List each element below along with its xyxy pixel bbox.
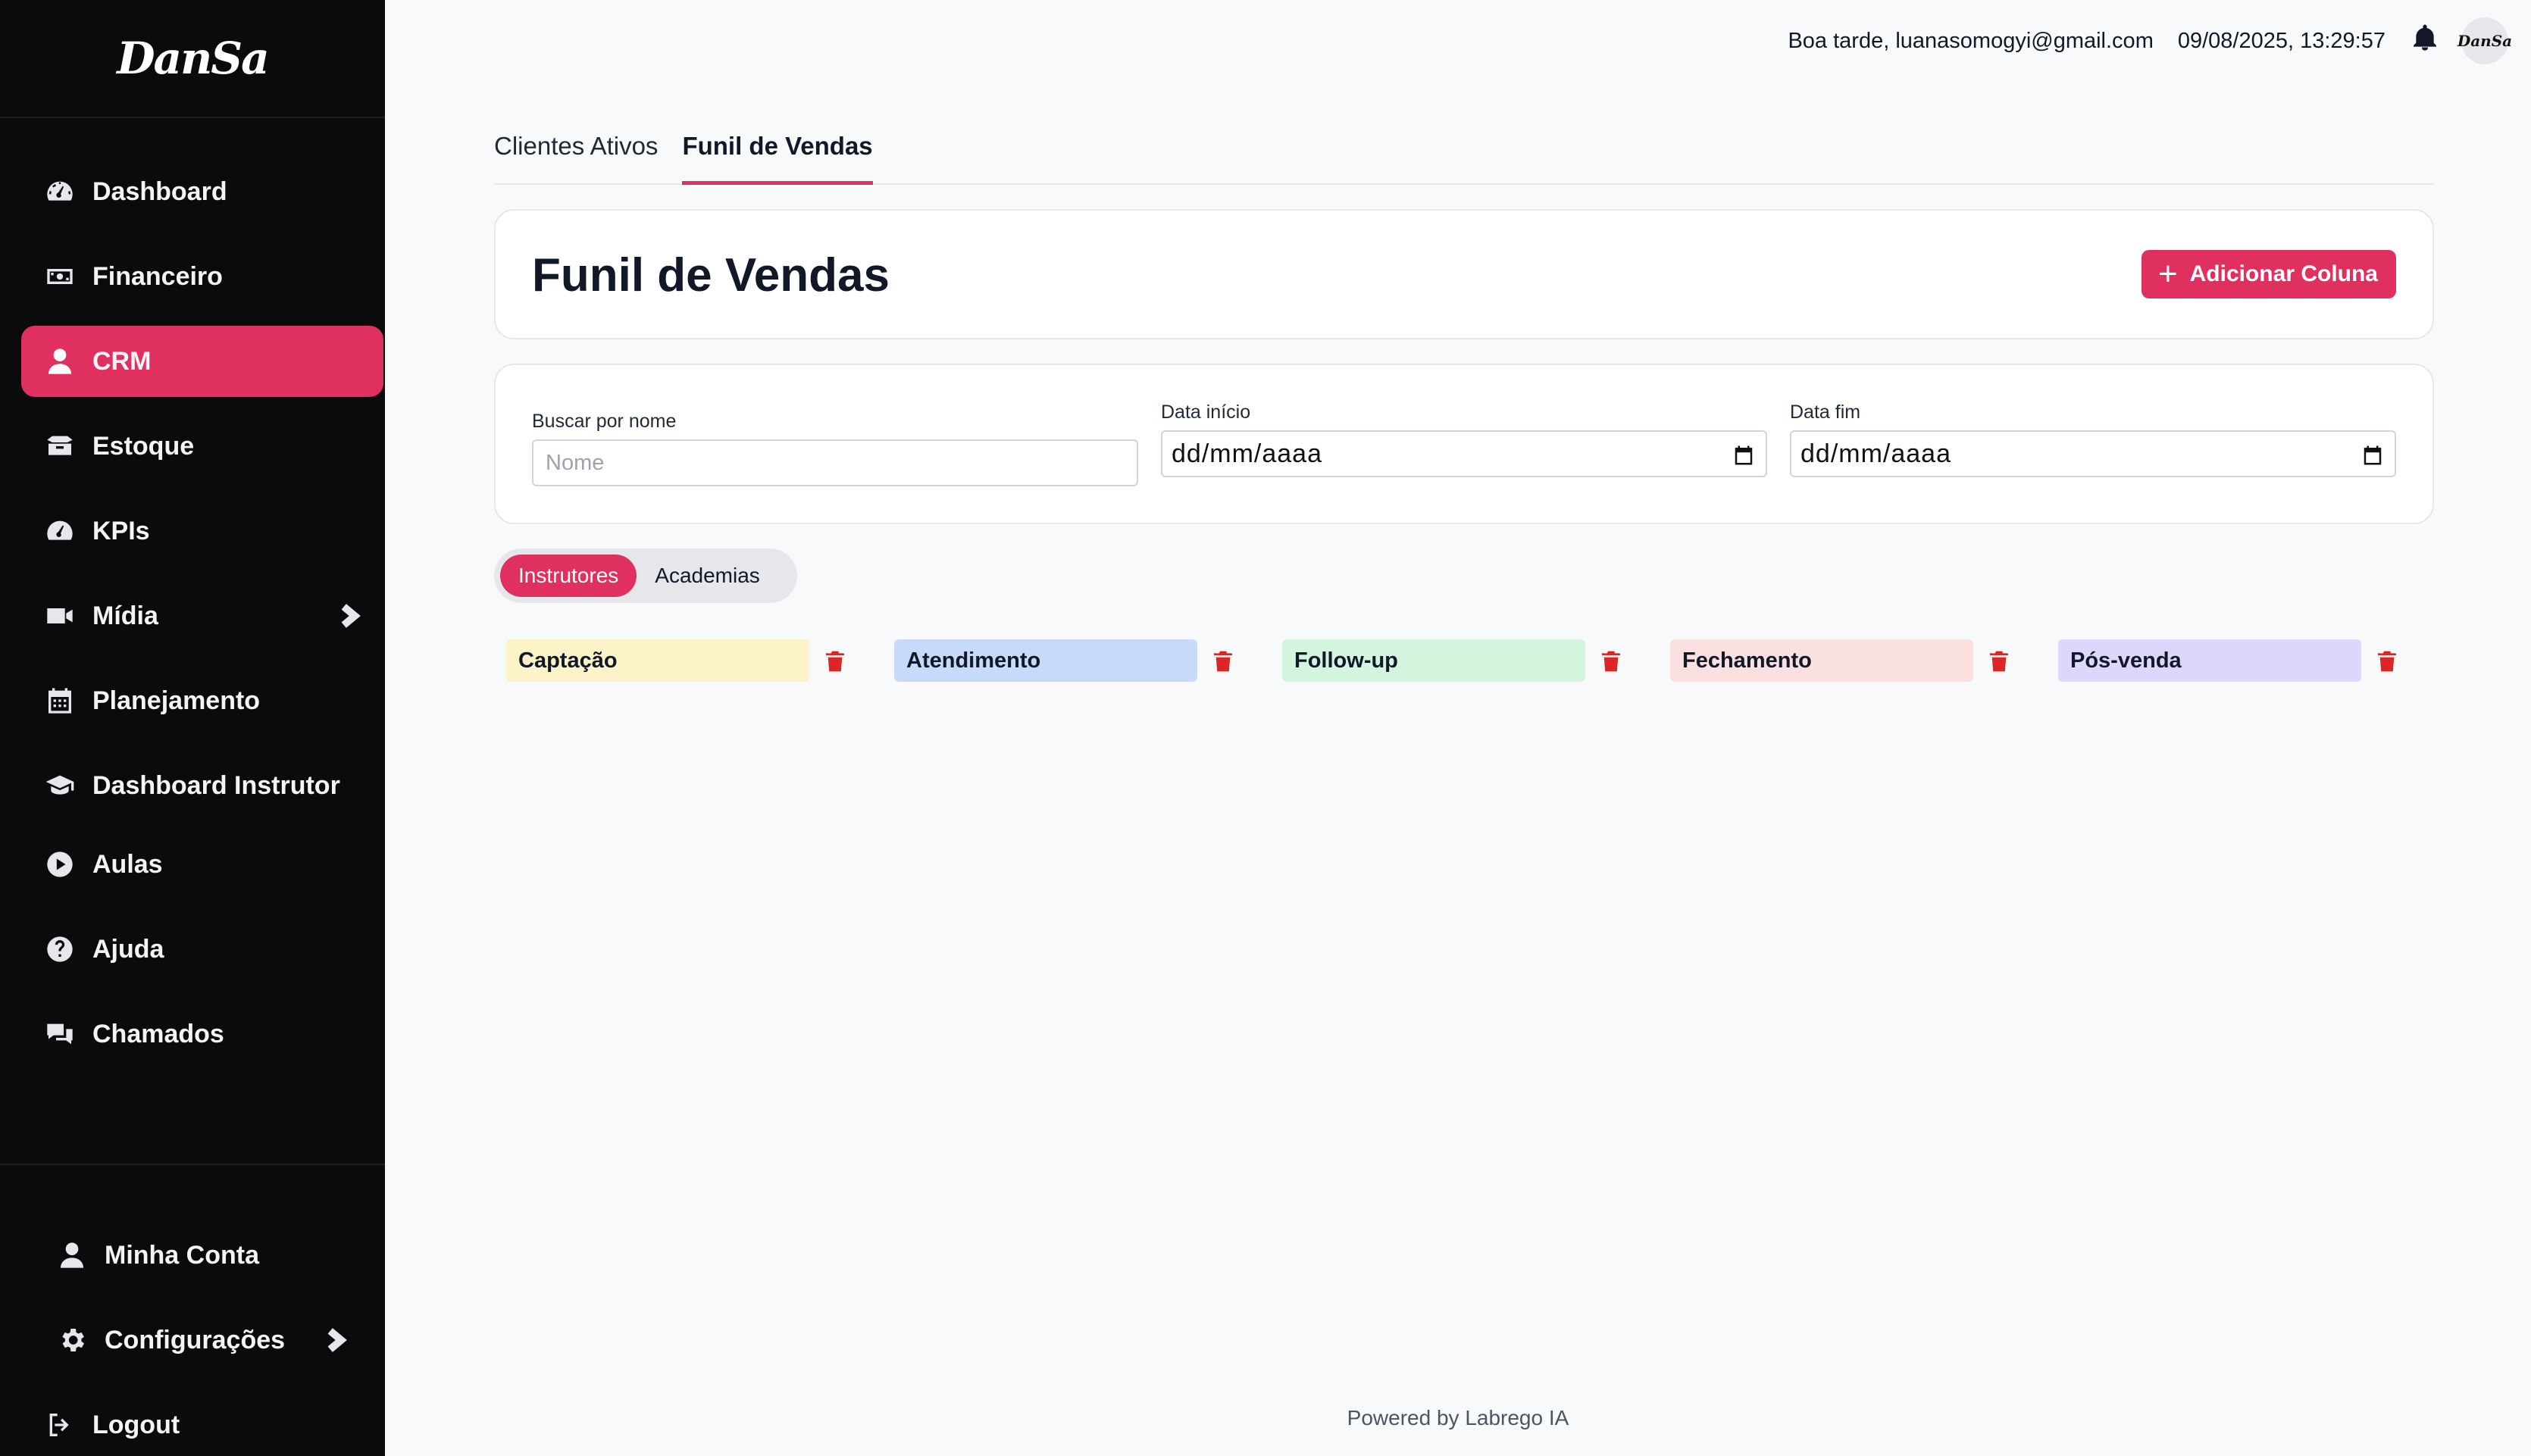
column-label[interactable]: Atendimento (894, 639, 1197, 682)
funnel-column: Fechamento (1670, 639, 2008, 682)
sidebar-item-planejamento[interactable]: Planejamento (21, 665, 385, 736)
calendar-icon[interactable] (2361, 444, 2384, 467)
sidebar-item-chamados[interactable]: Chamados (21, 998, 385, 1070)
calendar-icon[interactable] (1732, 444, 1755, 467)
end-date-value: dd/mm/aaaa (1800, 439, 1951, 468)
end-date-label: Data fim (1790, 401, 1861, 423)
greeting-text: Boa tarde, luanasomogyi@gmail.com (1788, 28, 2154, 53)
sidebar-item-aulas[interactable]: Aulas (21, 829, 385, 900)
tab-funil-de-vendas[interactable]: Funil de Vendas (682, 126, 873, 185)
sidebar-item-label: KPIs (92, 516, 150, 545)
segment-instrutores[interactable]: Instrutores (500, 555, 637, 597)
sidebar-item-crm[interactable]: CRM (21, 326, 383, 397)
footer-text: Powered by Labrego IA (1347, 1406, 1569, 1429)
header-card: Funil de Vendas + Adicionar Coluna (494, 209, 2434, 339)
sidebar-bottom: Minha Conta Configurações Logout (0, 1164, 385, 1456)
tab-clientes-ativos[interactable]: Clientes Ativos (494, 126, 658, 185)
datetime-text: 09/08/2025, 13:29:57 (2177, 28, 2386, 53)
sidebar-item-label: Estoque (92, 431, 195, 461)
start-date-value: dd/mm/aaaa (1172, 439, 1322, 468)
logout-icon (44, 1409, 76, 1441)
box-icon (44, 430, 76, 462)
logo-area: DanSa (0, 0, 385, 118)
column-label[interactable]: Captação (506, 639, 809, 682)
sidebar-item-financeiro[interactable]: Financeiro (21, 241, 385, 312)
sidebar-item-midia[interactable]: Mídia (21, 580, 385, 651)
start-date-label: Data início (1161, 401, 1251, 423)
sidebar-item-label: Planejamento (92, 686, 261, 715)
trash-icon[interactable] (823, 648, 847, 674)
trash-icon[interactable] (1211, 648, 1235, 674)
graduation-cap-icon (44, 770, 76, 801)
calendar-icon (44, 685, 76, 717)
sidebar-item-label: Mídia (92, 601, 158, 630)
start-date-input[interactable]: dd/mm/aaaa (1161, 430, 1767, 477)
user-icon (44, 345, 76, 377)
sidebar-item-configuracoes[interactable]: Configurações (33, 1304, 382, 1376)
gauge-icon (44, 176, 76, 208)
sidebar-item-label: Dashboard Instrutor (92, 770, 340, 800)
add-column-label: Adicionar Coluna (2189, 261, 2378, 286)
column-label[interactable]: Pós-venda (2058, 639, 2361, 682)
trash-icon[interactable] (1599, 648, 1623, 674)
main-content: Boa tarde, luanasomogyi@gmail.com 09/08/… (385, 0, 2531, 1456)
sidebar-item-label: Ajuda (92, 934, 164, 964)
chat-icon (44, 1018, 76, 1050)
funnel-column: Captação (506, 639, 844, 682)
play-circle-icon (44, 848, 76, 880)
plus-icon: + (2157, 255, 2178, 292)
sidebar-item-label: Configurações (105, 1325, 286, 1354)
question-circle-icon (44, 933, 76, 965)
trash-icon[interactable] (1987, 648, 2011, 674)
sidebar-item-kpis[interactable]: KPIs (21, 495, 385, 567)
search-input[interactable] (532, 439, 1138, 486)
sidebar-item-estoque[interactable]: Estoque (21, 411, 385, 482)
tabs: Clientes Ativos Funil de Vendas (494, 126, 2434, 185)
avatar[interactable]: DanSa (2457, 17, 2512, 64)
sidebar-item-dashboard-instrutor[interactable]: Dashboard Instrutor (21, 750, 385, 821)
sidebar-item-label: CRM (92, 346, 152, 376)
sidebar-item-label: Chamados (92, 1019, 224, 1048)
funnel-column: Follow-up (1282, 639, 1620, 682)
page-title: Funil de Vendas (532, 249, 890, 302)
sidebar-item-label: Financeiro (92, 261, 223, 291)
sidebar-item-label: Aulas (92, 849, 163, 879)
gauge-icon (44, 515, 76, 547)
filter-card: Buscar por nome Data início dd/mm/aaaa D… (494, 364, 2434, 524)
sidebar-item-dashboard[interactable]: Dashboard (21, 156, 385, 227)
sidebar-item-minha-conta[interactable]: Minha Conta (33, 1220, 382, 1291)
user-icon (56, 1239, 88, 1271)
sidebar-item-label: Dashboard (92, 177, 227, 206)
sidebar: DanSa Dashboard Financeiro CRM Estoque K… (0, 0, 385, 1456)
bell-icon[interactable] (2410, 23, 2440, 59)
video-icon (44, 600, 76, 632)
sidebar-item-label: Logout (92, 1410, 180, 1439)
sidebar-item-ajuda[interactable]: Ajuda (21, 914, 385, 985)
sidebar-item-logout[interactable]: Logout (21, 1389, 385, 1456)
chevron-right-icon (338, 603, 361, 629)
sidebar-item-label: Minha Conta (105, 1240, 259, 1270)
topbar: Boa tarde, luanasomogyi@gmail.com 09/08/… (1622, 0, 2531, 82)
segment-academias[interactable]: Academias (637, 555, 778, 597)
funnel-column: Pós-venda (2058, 639, 2396, 682)
trash-icon[interactable] (2375, 648, 2399, 674)
name-filter-label: Buscar por nome (532, 411, 677, 432)
end-date-input[interactable]: dd/mm/aaaa (1790, 430, 2396, 477)
gear-icon (56, 1324, 88, 1356)
chevron-right-icon (324, 1327, 347, 1353)
funnel-column: Atendimento (894, 639, 1232, 682)
logo[interactable]: DanSa (117, 33, 270, 84)
column-label[interactable]: Fechamento (1670, 639, 1973, 682)
column-label[interactable]: Follow-up (1282, 639, 1585, 682)
money-icon (44, 261, 76, 292)
type-segmented-control: Instrutores Academias (494, 548, 797, 603)
add-column-button[interactable]: + Adicionar Coluna (2141, 250, 2396, 298)
